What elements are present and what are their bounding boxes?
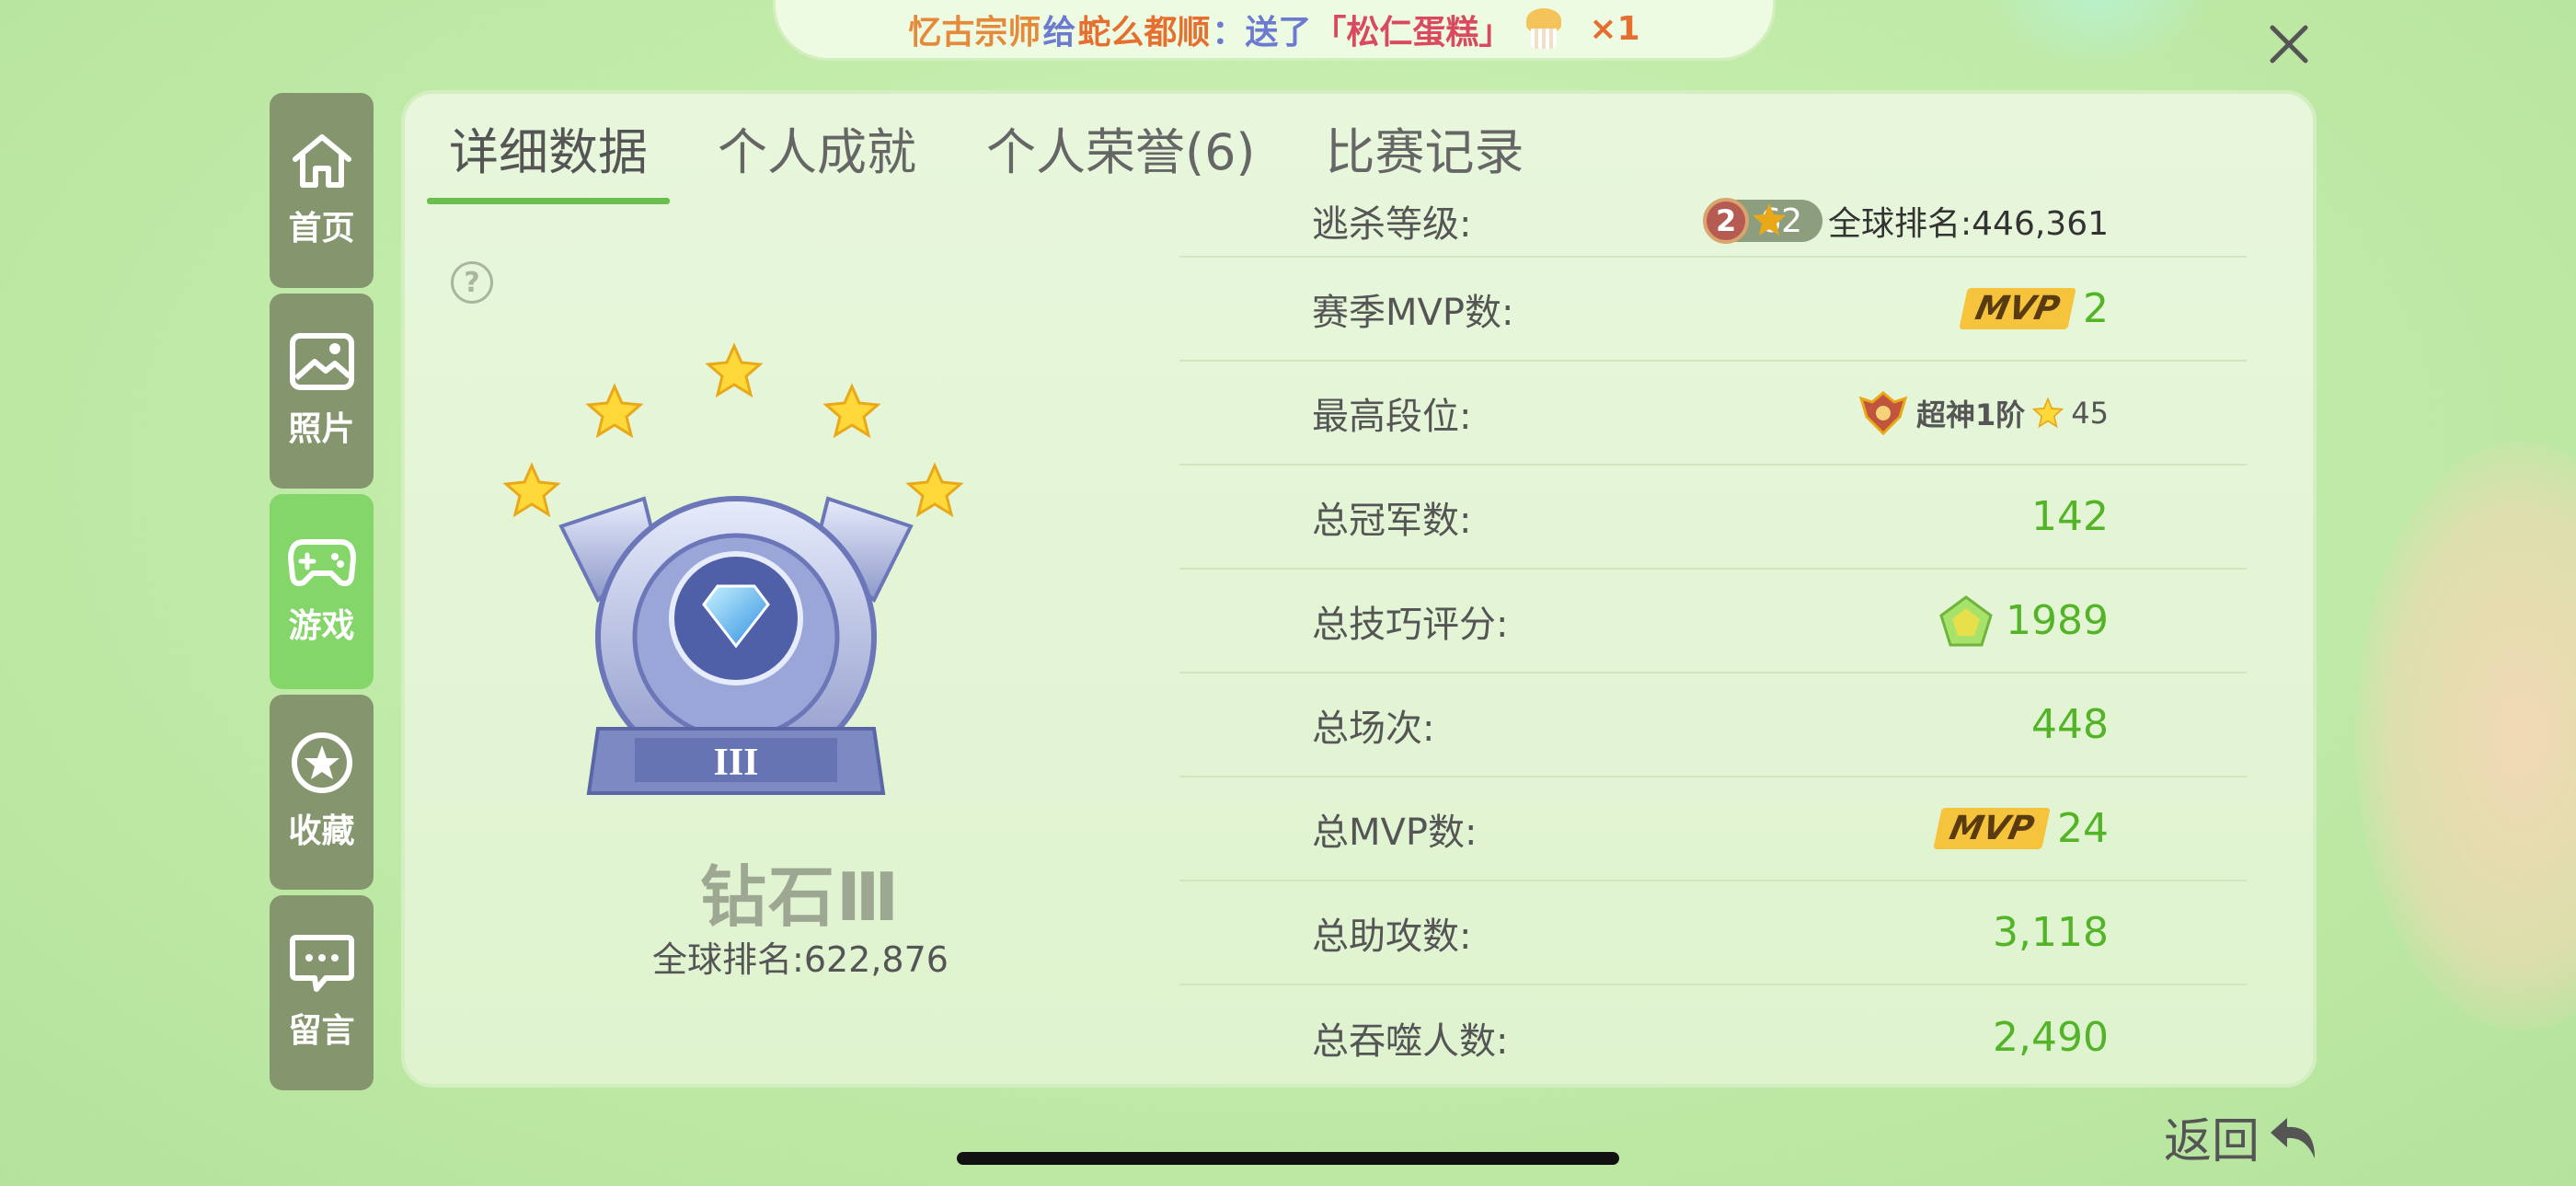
tier-stars-count: 45 bbox=[2071, 395, 2109, 431]
stat-row-battle-level: 逃杀等级: 2 62 全球排名:446,361 bbox=[1179, 186, 2247, 258]
sidebar-item-home[interactable]: 首页 bbox=[270, 93, 374, 288]
sidebar-item-label: 收藏 bbox=[288, 812, 355, 850]
stat-row-highest-tier: 最高段位: 超神1阶 45 bbox=[1179, 362, 2247, 466]
stat-row-total-mvp: 总MVP数: MVP 24 bbox=[1179, 777, 2247, 881]
close-button[interactable] bbox=[2263, 18, 2315, 70]
stat-value: 3,118 bbox=[1993, 909, 2109, 956]
stat-row-total-assists: 总助攻数: 3,118 bbox=[1179, 881, 2247, 985]
tab-detailed-data[interactable]: 详细数据 bbox=[427, 120, 670, 204]
to-word: 给 bbox=[1042, 13, 1076, 52]
stat-value: 1989 bbox=[2006, 597, 2109, 644]
home-icon bbox=[292, 134, 351, 188]
sidebar-item-label: 留言 bbox=[288, 1012, 355, 1050]
tier-star-icon bbox=[2032, 397, 2064, 428]
stat-label: 总MVP数: bbox=[1312, 811, 1478, 854]
stat-value: 2,490 bbox=[1993, 1014, 2109, 1061]
sender-name: 忆古宗师 bbox=[908, 13, 1041, 52]
gamepad-icon bbox=[287, 539, 356, 587]
level-number: 2 bbox=[1703, 198, 1750, 244]
stat-row-total-devoured: 总吞噬人数: 2,490 bbox=[1179, 985, 2247, 1089]
stats-list: 逃杀等级: 2 62 全球排名:446,361 赛季MVP数: MVP 2 最高… bbox=[1179, 193, 2247, 1089]
help-icon[interactable]: ? bbox=[451, 261, 493, 304]
back-arrow-icon bbox=[2271, 1117, 2316, 1158]
stat-value: 448 bbox=[2031, 701, 2109, 748]
gift-count: ×1 bbox=[1589, 10, 1640, 48]
stat-value: 2 bbox=[2083, 285, 2109, 332]
battle-level-value: 2 62 全球排名:446,361 bbox=[1703, 197, 2109, 245]
tab-achievements[interactable]: 个人成就 bbox=[707, 120, 927, 197]
rank-stars bbox=[502, 342, 964, 518]
sidebar-item-photos[interactable]: 照片 bbox=[270, 294, 374, 489]
stat-label: 总吞噬人数: bbox=[1312, 1019, 1509, 1063]
highest-tier-value: 超神1阶 45 bbox=[1857, 389, 2109, 437]
stat-label: 赛季MVP数: bbox=[1312, 291, 1514, 334]
home-indicator[interactable] bbox=[957, 1152, 1619, 1165]
gift-name: 「松仁蛋糕」 bbox=[1313, 13, 1512, 52]
stat-value: 24 bbox=[2057, 805, 2109, 852]
tier-emblem-icon bbox=[1858, 390, 1908, 435]
stat-label: 总技巧评分: bbox=[1312, 603, 1509, 646]
stat-row-total-matches: 总场次: 448 bbox=[1179, 674, 2247, 777]
tier-name: 超神1阶 bbox=[1916, 397, 2026, 432]
rank-global-ranking: 全球排名:622,876 bbox=[652, 939, 949, 980]
gift-notification-banner: 忆古宗师 给 蛇么都顺 ：送了 「松仁蛋糕」 ×1 bbox=[773, 0, 1776, 61]
rank-roman-numeral: III bbox=[713, 742, 758, 784]
mvp-badge: MVP bbox=[1933, 808, 2051, 849]
background-decoration bbox=[2355, 442, 2576, 1031]
receiver-name: 蛇么都顺 bbox=[1077, 13, 1211, 52]
action-text: ：送了 bbox=[1212, 13, 1312, 52]
skill-gem-icon bbox=[1939, 594, 1993, 646]
stat-row-skill-score: 总技巧评分: 1989 bbox=[1179, 570, 2247, 674]
back-button[interactable]: 返回 bbox=[2164, 1102, 2322, 1171]
level-pill: 2 62 bbox=[1703, 198, 1823, 244]
main-panel: 详细数据 个人成就 个人荣誉(6) 比赛记录 ? III 钻石Ⅲ 全球排名:62… bbox=[401, 90, 2317, 1088]
sidebar-item-label: 游戏 bbox=[288, 607, 355, 645]
sidebar-item-games[interactable]: 游戏 bbox=[270, 494, 374, 689]
cake-icon bbox=[1523, 7, 1565, 51]
photo-icon bbox=[289, 333, 354, 390]
back-label: 返回 bbox=[2164, 1114, 2260, 1169]
sidebar-item-label: 照片 bbox=[288, 410, 355, 448]
sidebar: 首页 照片 游戏 收藏 留言 bbox=[270, 93, 374, 1096]
stat-label: 总场次: bbox=[1312, 707, 1435, 750]
stat-value: 142 bbox=[2031, 493, 2109, 540]
mvp-badge: MVP bbox=[1959, 288, 2076, 329]
diamond-rank-badge: III bbox=[502, 342, 964, 795]
close-icon bbox=[2270, 25, 2308, 63]
level-star-icon bbox=[1753, 203, 1787, 236]
sidebar-item-messages[interactable]: 留言 bbox=[270, 895, 374, 1090]
sidebar-item-favorites[interactable]: 收藏 bbox=[270, 695, 374, 890]
message-icon bbox=[289, 935, 354, 992]
stat-label: 总冠军数: bbox=[1312, 499, 1472, 542]
stat-row-total-wins: 总冠军数: 142 bbox=[1179, 466, 2247, 570]
stat-label: 最高段位: bbox=[1312, 395, 1472, 438]
rank-name: 钻石Ⅲ bbox=[699, 858, 902, 936]
level-global-rank: 全球排名:446,361 bbox=[1828, 205, 2109, 243]
sidebar-item-label: 首页 bbox=[288, 210, 355, 248]
star-icon bbox=[291, 732, 352, 793]
stat-label: 逃杀等级: bbox=[1312, 203, 1472, 246]
stat-label: 总助攻数: bbox=[1312, 915, 1472, 958]
background-decoration bbox=[1978, 0, 2217, 74]
stat-row-season-mvp: 赛季MVP数: MVP 2 bbox=[1179, 258, 2247, 362]
